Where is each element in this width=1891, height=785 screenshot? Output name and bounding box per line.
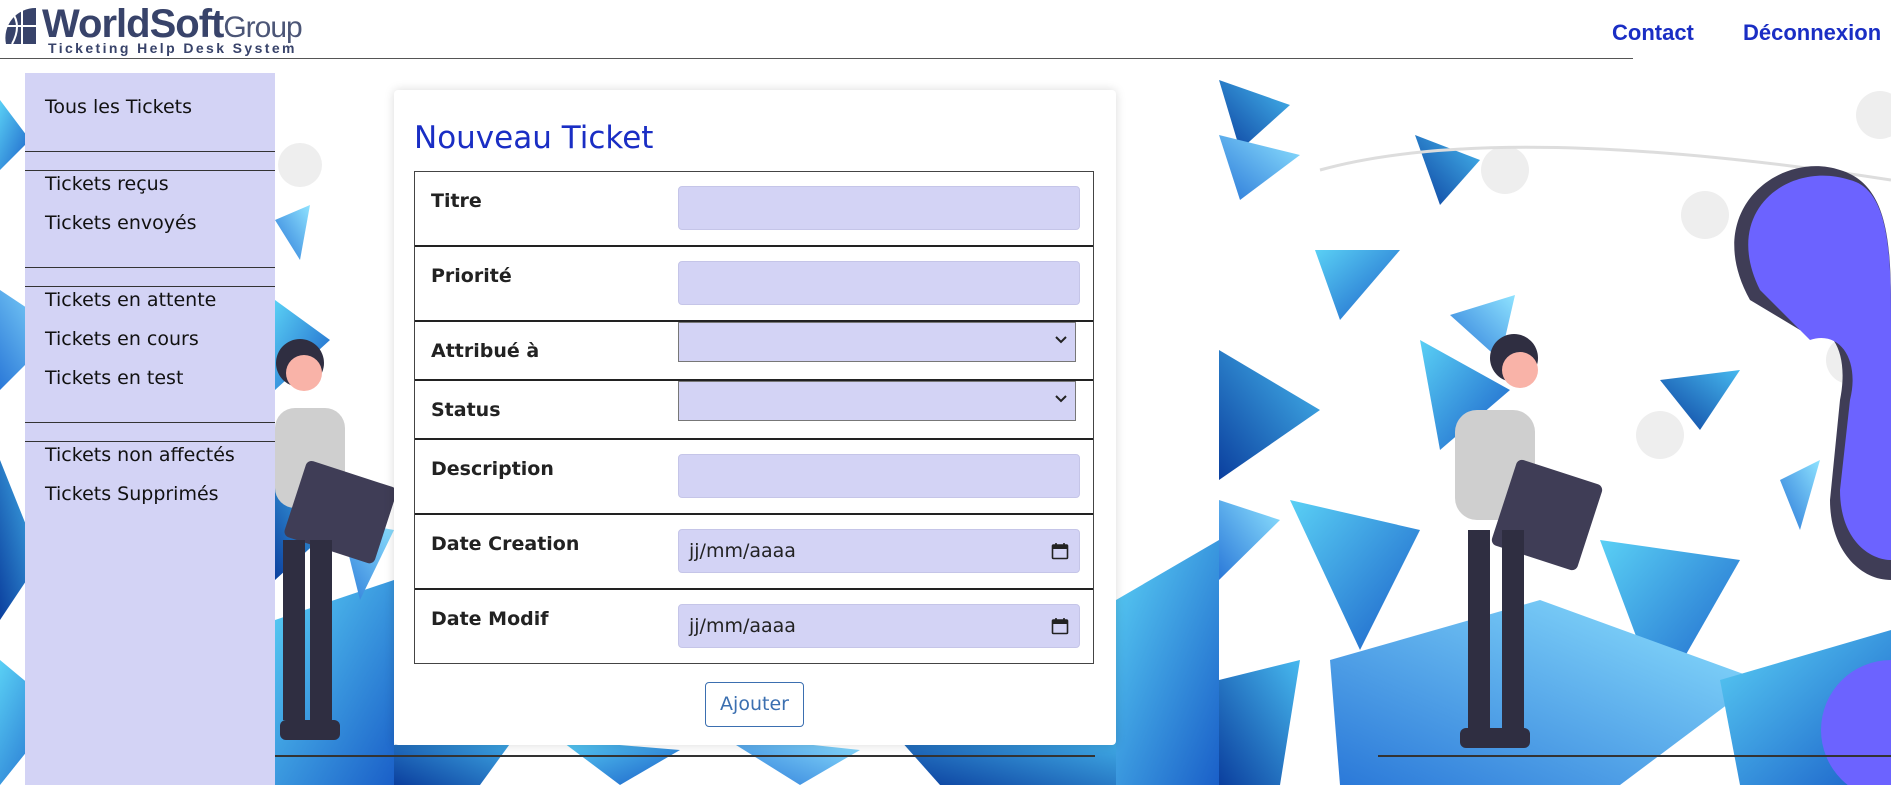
ticket-form: Titre Priorité Attribué à Status Descrip… <box>414 171 1094 664</box>
form-row-date-modif: Date Modif jj/mm/aaaa <box>415 590 1093 663</box>
description-input[interactable] <box>678 454 1080 498</box>
add-ticket-button[interactable]: Ajouter <box>705 682 804 727</box>
date-creation-input[interactable]: jj/mm/aaaa <box>678 529 1080 573</box>
attribue-select[interactable] <box>678 322 1076 362</box>
brand-logo[interactable]: WorldSoftGroup Ticketing Help Desk Syste… <box>2 2 303 56</box>
date-modif-input[interactable]: jj/mm/aaaa <box>678 604 1080 648</box>
priorite-input[interactable] <box>678 261 1080 305</box>
footer-line <box>275 755 1095 757</box>
form-row-description: Description <box>415 440 1093 515</box>
header-divider <box>0 58 1633 59</box>
calendar-icon[interactable] <box>1051 542 1069 560</box>
status-select[interactable] <box>678 381 1076 421</box>
form-row-titre: Titre <box>415 172 1093 247</box>
sidebar-item-pending[interactable]: Tickets en attente <box>25 288 275 327</box>
sidebar-item-in-test[interactable]: Tickets en test <box>25 366 275 405</box>
titre-input[interactable] <box>678 186 1080 230</box>
sidebar: Tous les Tickets Tickets reçus Tickets e… <box>25 73 275 785</box>
top-header: WorldSoftGroup Ticketing Help Desk Syste… <box>0 0 1891 60</box>
globe-logo-icon <box>5 7 36 45</box>
sidebar-item-deleted[interactable]: Tickets Supprimés <box>25 482 275 521</box>
titre-label: Titre <box>431 190 482 212</box>
logo-subtitle: Ticketing Help Desk System <box>48 40 297 56</box>
sidebar-divider <box>25 405 275 443</box>
calendar-icon[interactable] <box>1051 617 1069 635</box>
status-label: Status <box>431 399 501 421</box>
priorite-label: Priorité <box>431 265 512 287</box>
right-art <box>1116 60 1891 785</box>
form-row-date-creation: Date Creation jj/mm/aaaa <box>415 515 1093 590</box>
sidebar-divider <box>25 134 275 172</box>
chevron-down-icon <box>1055 395 1067 403</box>
sidebar-item-sent[interactable]: Tickets envoyés <box>25 211 275 250</box>
new-ticket-card: Nouveau Ticket Titre Priorité Attribué à… <box>394 90 1116 745</box>
nav-logout-link[interactable]: Déconnexion <box>1743 20 1881 46</box>
page-title: Nouveau Ticket <box>414 120 654 156</box>
form-row-status: Status <box>415 381 1093 440</box>
form-row-attribue: Attribué à <box>415 322 1093 381</box>
sidebar-item-in-progress[interactable]: Tickets en cours <box>25 327 275 366</box>
date-modif-label: Date Modif <box>431 608 549 630</box>
nav-contact-link[interactable]: Contact <box>1612 20 1694 46</box>
sidebar-item-received[interactable]: Tickets reçus <box>25 172 275 211</box>
middle-left-art <box>275 143 397 785</box>
attribue-label: Attribué à <box>431 340 540 362</box>
logo-name: WorldSoftGroup <box>42 2 303 46</box>
date-modif-placeholder: jj/mm/aaaa <box>689 615 796 637</box>
date-creation-placeholder: jj/mm/aaaa <box>689 540 796 562</box>
footer-line <box>1378 755 1891 757</box>
description-label: Description <box>431 458 554 480</box>
form-row-priorite: Priorité <box>415 247 1093 322</box>
sidebar-divider <box>25 250 275 288</box>
sidebar-item-all-tickets[interactable]: Tous les Tickets <box>25 95 275 134</box>
date-creation-label: Date Creation <box>431 533 580 555</box>
sidebar-item-unassigned[interactable]: Tickets non affectés <box>25 443 275 482</box>
chevron-down-icon <box>1055 336 1067 344</box>
